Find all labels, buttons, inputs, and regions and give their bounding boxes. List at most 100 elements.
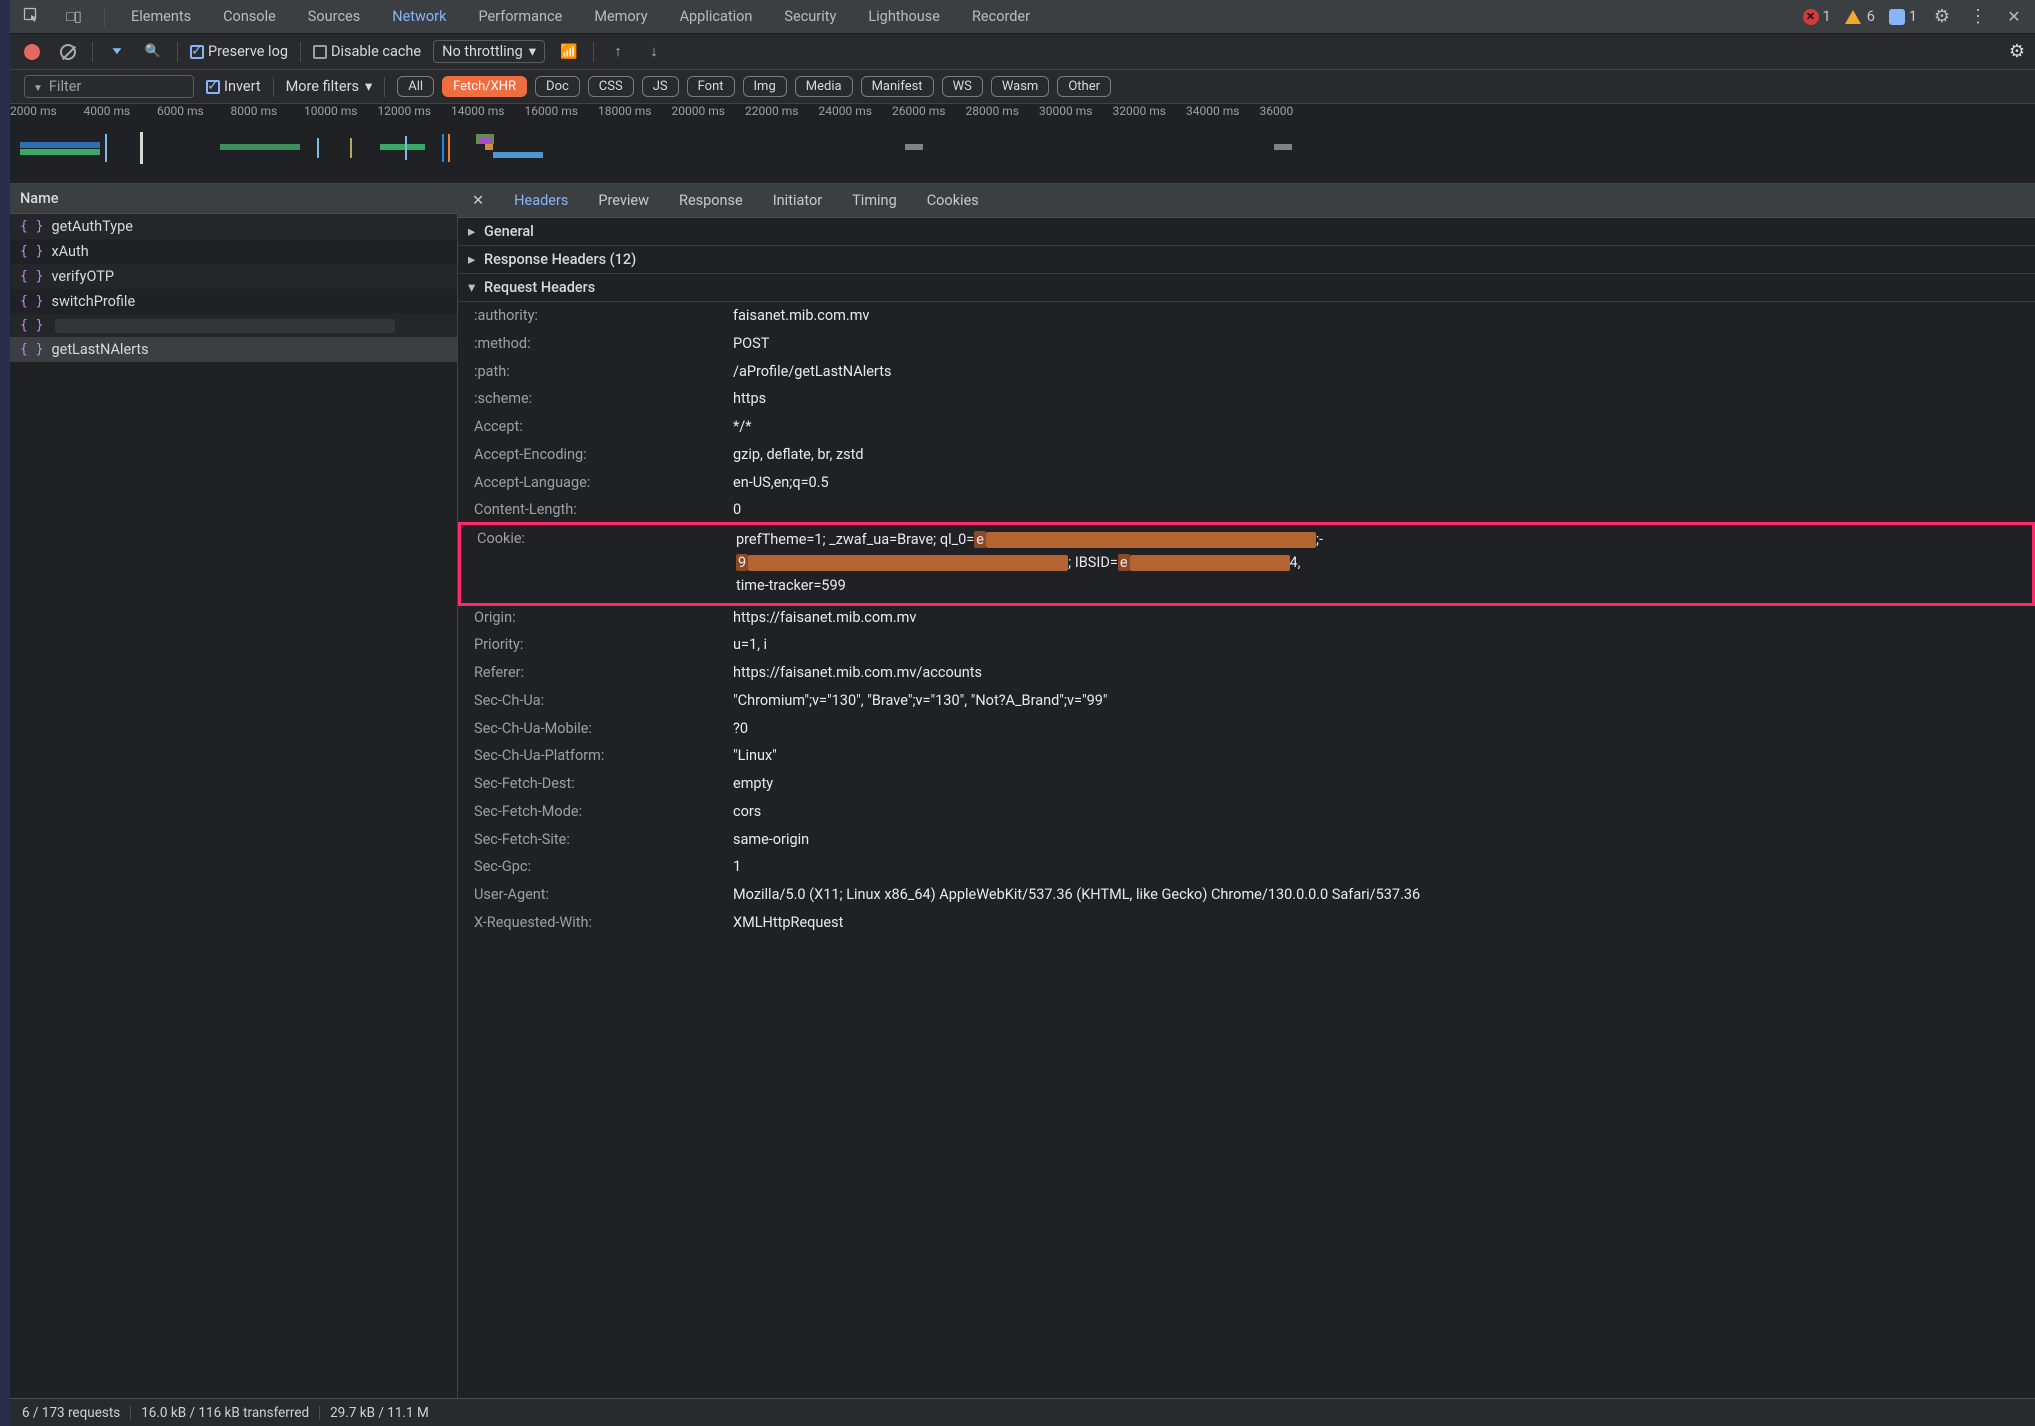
tab-security[interactable]: Security — [778, 2, 842, 31]
network-timeline[interactable]: 2000 ms4000 ms6000 ms8000 ms10000 ms1200… — [10, 104, 2035, 184]
filter-chip-css[interactable]: CSS — [588, 76, 634, 97]
record-button[interactable] — [20, 40, 44, 64]
filter-chip-all[interactable]: All — [397, 76, 434, 97]
json-icon — [20, 318, 43, 333]
filter-chip-js[interactable]: JS — [642, 76, 679, 97]
section-general[interactable]: General — [458, 218, 2035, 246]
detail-tab-headers[interactable]: Headers — [514, 192, 568, 209]
header-value-cookie: prefTheme=1; _zwaf_ua=Brave; ql_0=e;- 9;… — [736, 528, 2022, 598]
json-icon — [20, 219, 43, 234]
tab-lighthouse[interactable]: Lighthouse — [862, 2, 946, 31]
header-key: :scheme: — [458, 388, 733, 410]
detail-tab-cookies[interactable]: Cookies — [927, 192, 979, 209]
header-value: ?0 — [733, 718, 2025, 740]
header-value: Mozilla/5.0 (X11; Linux x86_64) AppleWeb… — [733, 884, 2025, 906]
header-value: https://faisanet.mib.com.mv/accounts — [733, 662, 2025, 684]
warning-count[interactable]: 6 — [1845, 8, 1875, 25]
header-value: XMLHttpRequest — [733, 912, 2025, 934]
header-value: https://faisanet.mib.com.mv — [733, 607, 2025, 629]
search-icon[interactable] — [141, 40, 165, 64]
header-key: Origin: — [458, 607, 733, 629]
window-left-gutter — [0, 0, 10, 1426]
error-count[interactable]: ✕1 — [1803, 8, 1831, 25]
filter-chip-doc[interactable]: Doc — [535, 76, 580, 97]
filter-chip-font[interactable]: Font — [687, 76, 735, 97]
json-icon — [20, 244, 43, 259]
filter-toggle-icon[interactable] — [105, 40, 129, 64]
import-har-icon[interactable] — [606, 40, 630, 64]
tab-performance[interactable]: Performance — [472, 2, 568, 31]
filter-chip-media[interactable]: Media — [795, 76, 853, 97]
detail-tab-preview[interactable]: Preview — [598, 192, 649, 209]
header-key: Content-Length: — [458, 499, 733, 521]
status-transferred: 16.0 kB / 116 kB transferred — [141, 1405, 309, 1421]
header-value: faisanet.mib.com.mv — [733, 305, 2025, 327]
request-row[interactable]: getAuthType — [10, 214, 457, 239]
header-value: "Linux" — [733, 745, 2025, 767]
section-request-headers[interactable]: Request Headers — [458, 274, 2035, 302]
redacted-name — [55, 319, 395, 333]
filter-bar: Filter Invert More filters All Fetch/XHR D… — [10, 70, 2035, 104]
request-row[interactable]: getLastNAlerts — [10, 337, 457, 362]
kebab-menu-icon[interactable] — [1967, 6, 1989, 27]
request-list-header[interactable]: Name — [10, 184, 457, 214]
header-value: 1 — [733, 856, 2025, 878]
header-key: Sec-Ch-Ua-Mobile: — [458, 718, 733, 740]
header-key: :path: — [458, 361, 733, 383]
json-icon — [20, 342, 43, 357]
header-key: Sec-Ch-Ua: — [458, 690, 733, 712]
request-row[interactable]: verifyOTP — [10, 264, 457, 289]
invert-checkbox[interactable]: Invert — [206, 78, 261, 95]
header-key: Accept-Language: — [458, 472, 733, 494]
header-key: User-Agent: — [458, 884, 733, 906]
header-value: /aProfile/getLastNAlerts — [733, 361, 2025, 383]
preserve-log-checkbox[interactable]: Preserve log — [190, 43, 288, 60]
request-row[interactable]: switchProfile — [10, 289, 457, 314]
detail-close-icon[interactable] — [472, 192, 484, 209]
tab-memory[interactable]: Memory — [588, 2, 653, 31]
filter-chip-other[interactable]: Other — [1057, 76, 1111, 97]
device-toggle-icon[interactable] — [62, 8, 84, 25]
request-name: xAuth — [51, 243, 88, 260]
tab-sources[interactable]: Sources — [302, 2, 366, 31]
filter-chip-img[interactable]: Img — [743, 76, 787, 97]
filter-input[interactable]: Filter — [24, 75, 194, 98]
header-key: :method: — [458, 333, 733, 355]
tab-network[interactable]: Network — [386, 2, 452, 31]
detail-tab-response[interactable]: Response — [679, 192, 743, 209]
detail-tab-timing[interactable]: Timing — [852, 192, 897, 209]
close-icon[interactable] — [2003, 7, 2025, 26]
json-icon — [20, 294, 43, 309]
throttling-select[interactable]: No throttling — [433, 40, 545, 63]
tab-recorder[interactable]: Recorder — [966, 2, 1036, 31]
inspect-icon[interactable] — [20, 7, 42, 27]
header-value: https — [733, 388, 2025, 410]
request-row[interactable] — [10, 314, 457, 337]
header-key: Accept: — [458, 416, 733, 438]
filter-chip-fetchxhr[interactable]: Fetch/XHR — [442, 76, 527, 97]
more-filters-dropdown[interactable]: More filters — [286, 78, 373, 95]
filter-chip-manifest[interactable]: Manifest — [861, 76, 934, 97]
gear-icon[interactable] — [1931, 6, 1953, 27]
section-response-headers[interactable]: Response Headers (12) — [458, 246, 2035, 274]
tab-elements[interactable]: Elements — [125, 2, 197, 31]
header-key: Sec-Fetch-Site: — [458, 829, 733, 851]
request-row[interactable]: xAuth — [10, 239, 457, 264]
detail-tab-initiator[interactable]: Initiator — [773, 192, 822, 209]
tab-console[interactable]: Console — [217, 2, 282, 31]
header-value: cors — [733, 801, 2025, 823]
status-requests: 6 / 173 requests — [22, 1405, 120, 1421]
header-value: POST — [733, 333, 2025, 355]
filter-chip-wasm[interactable]: Wasm — [991, 76, 1050, 97]
info-count[interactable]: 1 — [1889, 8, 1917, 25]
filter-chip-ws[interactable]: WS — [942, 76, 983, 97]
export-har-icon[interactable] — [642, 40, 666, 64]
tab-application[interactable]: Application — [674, 2, 759, 31]
network-settings-icon[interactable] — [2009, 41, 2025, 62]
disable-cache-checkbox[interactable]: Disable cache — [313, 43, 421, 60]
network-conditions-icon[interactable] — [557, 40, 581, 64]
header-key: Accept-Encoding: — [458, 444, 733, 466]
clear-icon[interactable] — [56, 40, 80, 64]
header-value: gzip, deflate, br, zstd — [733, 444, 2025, 466]
header-value: 0 — [733, 499, 2025, 521]
